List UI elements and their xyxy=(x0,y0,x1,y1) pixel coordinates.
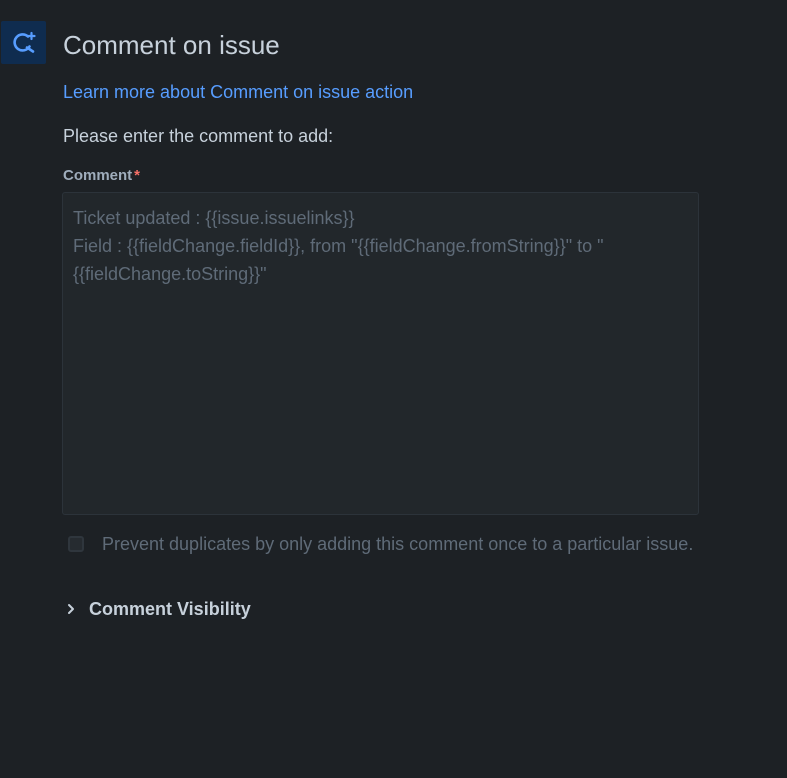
learn-more-link[interactable]: Learn more about Comment on issue action xyxy=(63,80,413,104)
prevent-duplicates-checkbox[interactable] xyxy=(68,536,84,552)
comment-on-issue-panel: Comment on issue Learn more about Commen… xyxy=(0,0,787,778)
required-marker: * xyxy=(134,167,141,184)
comment-visibility-label: Comment Visibility xyxy=(89,599,251,619)
comment-label-text: Comment xyxy=(63,167,133,184)
chevron-right-icon xyxy=(63,601,79,617)
comment-field-label: Comment * xyxy=(63,166,140,186)
comment-visibility-toggle[interactable]: Comment Visibility xyxy=(63,596,251,622)
page-title: Comment on issue xyxy=(63,30,280,60)
comment-instruction: Please enter the comment to add: xyxy=(63,126,334,146)
comment-textarea[interactable]: Ticket updated : {{issue.issuelinks}} Fi… xyxy=(62,192,699,515)
comment-refresh-icon xyxy=(1,21,46,64)
prevent-duplicates-label[interactable]: Prevent duplicates by only adding this c… xyxy=(102,530,702,558)
